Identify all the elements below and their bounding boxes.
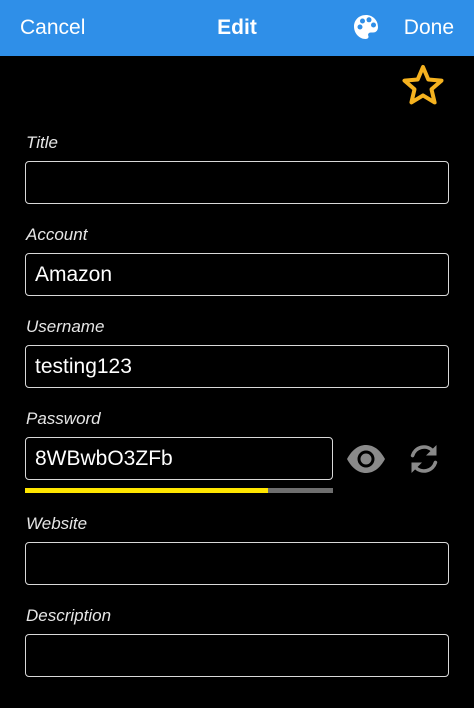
refresh-icon[interactable] xyxy=(405,440,443,478)
title-input[interactable] xyxy=(25,161,449,204)
username-label: Username xyxy=(26,317,105,336)
edit-screen: Cancel Edit Done Title Account Username … xyxy=(0,0,474,708)
username-input[interactable] xyxy=(25,345,449,388)
title-label: Title xyxy=(26,133,58,152)
password-input[interactable] xyxy=(25,437,333,480)
eye-icon[interactable] xyxy=(345,440,387,478)
cancel-button[interactable]: Cancel xyxy=(20,15,85,41)
password-strength-fill xyxy=(25,488,269,493)
description-input[interactable] xyxy=(25,634,449,677)
account-input[interactable] xyxy=(25,253,449,296)
navigation-bar: Cancel Edit Done xyxy=(0,0,474,56)
palette-icon[interactable] xyxy=(352,13,380,41)
password-label: Password xyxy=(26,409,101,428)
website-input[interactable] xyxy=(25,542,449,585)
star-icon[interactable] xyxy=(400,63,446,107)
description-label: Description xyxy=(26,606,112,625)
password-strength-meter xyxy=(25,488,333,493)
done-button[interactable]: Done xyxy=(404,15,454,41)
account-label: Account xyxy=(26,225,88,244)
website-label: Website xyxy=(26,514,88,533)
